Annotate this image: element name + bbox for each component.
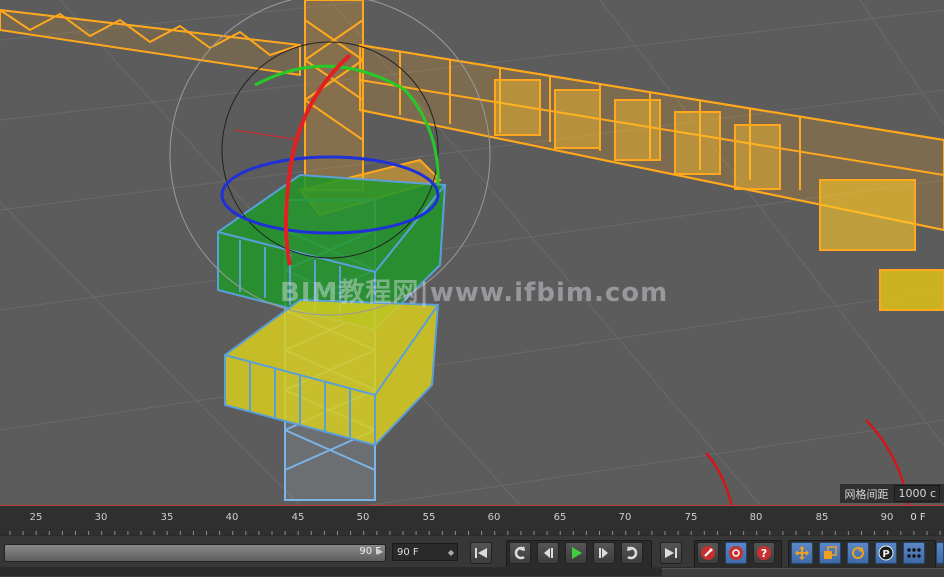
next-key-button[interactable] (621, 542, 643, 564)
overflow-button[interactable] (936, 542, 944, 564)
next-frame-button[interactable] (593, 542, 615, 564)
step-forward-icon (599, 548, 608, 558)
3d-viewport[interactable]: BIM教程网|www.ifbim.com 网格间距 1000 c (0, 0, 944, 505)
timeline-tick: 55 (422, 512, 436, 523)
question-icon: ? (757, 546, 771, 560)
play-button[interactable] (565, 542, 587, 564)
status-strip (0, 567, 944, 577)
prev-key-icon (514, 546, 525, 560)
current-frame-field[interactable]: 90 F ◆ (392, 543, 458, 561)
autokey-button[interactable] (725, 542, 747, 564)
move-icon (795, 546, 809, 560)
timeline-end-label: 0 F (910, 512, 926, 523)
frame-range-slider[interactable]: 90 F (4, 544, 386, 562)
record-button[interactable] (697, 542, 719, 564)
timeline-tick: 70 (618, 512, 632, 523)
timeline-tick: 85 (815, 512, 829, 523)
grid-spacing-value: 1000 c (894, 485, 940, 502)
timeline-tick: 90 (880, 512, 894, 523)
timeline-tick: 35 (160, 512, 174, 523)
prev-frame-button[interactable] (537, 542, 559, 564)
timeline-tick: 60 (487, 512, 501, 523)
spinner-icon[interactable]: ◆ (448, 544, 454, 562)
timeline-ruler[interactable]: 25 30 35 40 45 50 55 60 65 70 75 80 85 9… (0, 505, 944, 536)
timeline-tick: 40 (225, 512, 239, 523)
timeline-tick: 65 (553, 512, 567, 523)
timeline-tick: 80 (749, 512, 763, 523)
rotate-key-button[interactable] (847, 542, 869, 564)
timeline-tick: 30 (94, 512, 108, 523)
key-help-button[interactable]: ? (753, 542, 775, 564)
next-key-icon (627, 546, 638, 560)
timeline-tick: 25 (29, 512, 43, 523)
scale-icon (824, 546, 837, 559)
goto-end-button[interactable] (660, 542, 682, 564)
svg-text:P: P (882, 549, 889, 560)
move-key-button[interactable] (791, 542, 813, 564)
param-p-icon: P (878, 545, 894, 561)
animation-toolbar: 90 F ▶ 90 F ◆ ? P (0, 535, 944, 568)
slider-arrow-icon[interactable]: ▶ (377, 547, 385, 557)
cabin-lower[interactable] (224, 298, 440, 447)
crane-jib[interactable] (0, 0, 944, 311)
svg-text:?: ? (761, 547, 767, 560)
grid-spacing-label: 网格间距 (844, 487, 889, 501)
record-key-icon (701, 546, 715, 560)
dots-icon (907, 548, 921, 558)
current-frame-value: 90 F (397, 547, 419, 558)
timeline-tick: 45 (291, 512, 305, 523)
rotate-icon (852, 547, 864, 559)
timeline-tick: 50 (356, 512, 370, 523)
skip-end-icon (665, 548, 677, 558)
scene-render (0, 0, 944, 505)
grid-spacing-readout: 网格间距 1000 c (840, 484, 944, 503)
play-icon (572, 547, 582, 559)
autokey-icon (729, 546, 743, 560)
timeline-tick: 75 (684, 512, 698, 523)
point-level-button[interactable] (903, 542, 925, 564)
param-key-button[interactable]: P (875, 542, 897, 564)
watermark-text: BIM教程网|www.ifbim.com (280, 278, 669, 308)
scale-key-button[interactable] (819, 542, 841, 564)
prev-key-button[interactable] (509, 542, 531, 564)
skip-start-icon (475, 548, 487, 558)
step-back-icon (544, 548, 553, 558)
goto-start-button[interactable] (470, 542, 492, 564)
